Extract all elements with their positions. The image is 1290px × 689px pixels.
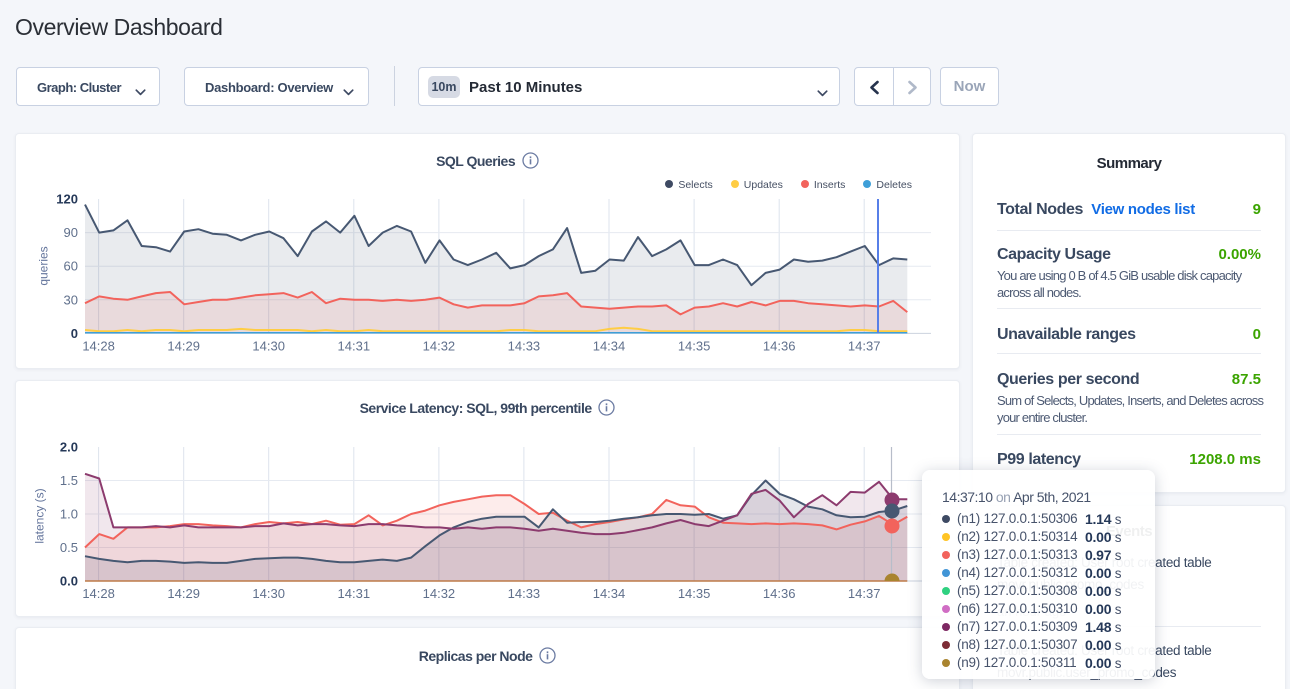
svg-text:14:28: 14:28 xyxy=(82,338,115,353)
svg-text:1.0: 1.0 xyxy=(60,507,78,522)
svg-text:0: 0 xyxy=(71,326,78,341)
svg-text:1.5: 1.5 xyxy=(60,473,78,488)
svg-text:14:29: 14:29 xyxy=(167,586,200,601)
svg-text:14:28: 14:28 xyxy=(82,586,115,601)
svg-text:14:31: 14:31 xyxy=(338,338,371,353)
svg-text:14:32: 14:32 xyxy=(423,338,456,353)
svg-text:14:32: 14:32 xyxy=(423,586,456,601)
svg-text:14:37: 14:37 xyxy=(848,586,881,601)
svg-text:14:33: 14:33 xyxy=(508,338,541,353)
svg-text:14:31: 14:31 xyxy=(338,586,371,601)
svg-text:14:29: 14:29 xyxy=(167,338,200,353)
svg-text:14:34: 14:34 xyxy=(593,586,626,601)
svg-text:14:30: 14:30 xyxy=(252,338,285,353)
svg-text:0.0: 0.0 xyxy=(60,574,78,589)
svg-text:14:36: 14:36 xyxy=(763,586,796,601)
svg-text:14:36: 14:36 xyxy=(763,338,796,353)
svg-text:14:35: 14:35 xyxy=(678,338,711,353)
svg-text:14:34: 14:34 xyxy=(593,338,626,353)
svg-text:14:37: 14:37 xyxy=(848,338,881,353)
svg-text:2.0: 2.0 xyxy=(60,440,78,455)
svg-text:14:30: 14:30 xyxy=(252,586,285,601)
svg-text:90: 90 xyxy=(64,225,78,240)
svg-text:60: 60 xyxy=(64,259,78,274)
svg-text:0.5: 0.5 xyxy=(60,540,78,555)
svg-text:14:35: 14:35 xyxy=(678,586,711,601)
svg-text:120: 120 xyxy=(56,192,78,207)
svg-text:14:33: 14:33 xyxy=(508,586,541,601)
svg-text:30: 30 xyxy=(64,292,78,307)
